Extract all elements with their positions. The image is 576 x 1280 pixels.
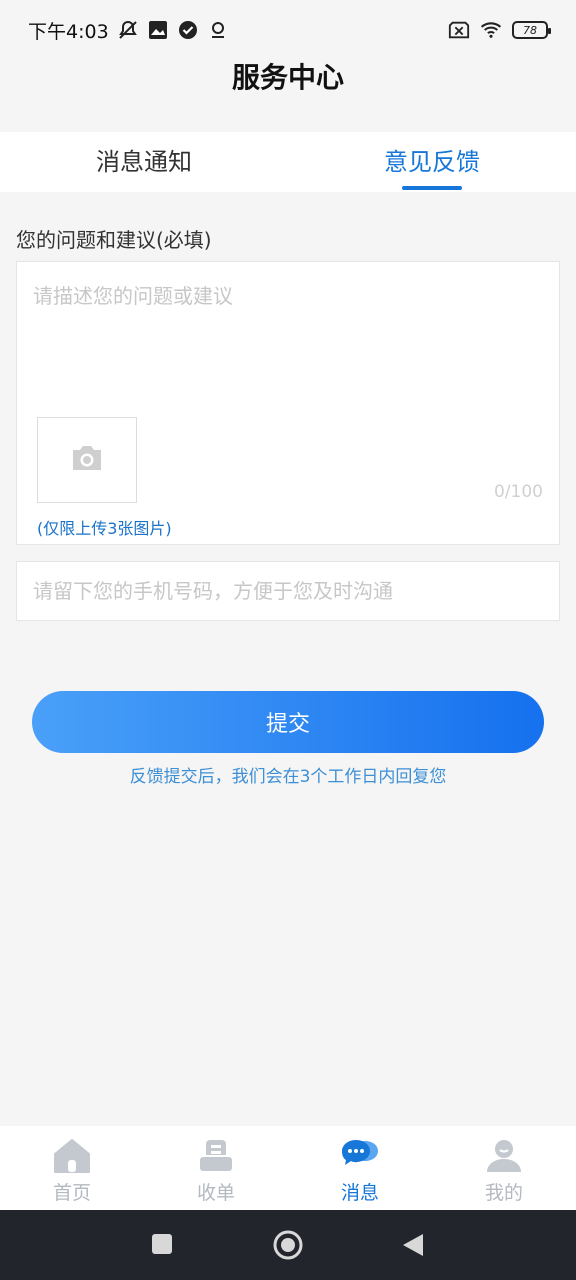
receipt-icon [195, 1136, 237, 1176]
home-icon [51, 1136, 93, 1176]
page-title: 服务中心 [231, 61, 344, 94]
nav-label-home: 首页 [52, 1182, 91, 1204]
tab-bar: 消息通知 意见反馈 [0, 132, 576, 192]
feedback-placeholder: 请描述您的问题或建议 [33, 284, 233, 308]
nav-label-receipt: 收单 [196, 1182, 235, 1204]
nav-item-mine[interactable]: 我的 [432, 1126, 576, 1210]
tab-message-notice[interactable]: 消息通知 [0, 132, 288, 192]
submit-button[interactable]: 提交 [32, 691, 544, 753]
check-circle-icon [177, 19, 199, 41]
nav-item-home[interactable]: 首页 [0, 1126, 144, 1210]
feedback-label: 您的问题和建议(必填) [16, 228, 212, 252]
status-time: 下午4:03 [28, 20, 109, 43]
location-icon [207, 19, 229, 41]
nav-item-message[interactable]: 消息 [288, 1126, 432, 1210]
phone-field-container [16, 561, 560, 621]
back-button[interactable] [401, 1232, 425, 1258]
status-left: 下午4:03 [28, 17, 229, 44]
wifi-icon [480, 19, 502, 41]
char-counter: 0/100 [494, 482, 543, 502]
upload-hint: (仅限上传3张图片) [37, 519, 172, 538]
bottom-nav: 首页 收单 消息 我的 [0, 1126, 576, 1210]
sim-off-icon [448, 19, 470, 41]
mute-icon [117, 19, 139, 41]
chat-icon [339, 1136, 381, 1176]
status-bar: 下午4:03 78 [0, 0, 576, 60]
status-right: 78 [448, 19, 551, 41]
battery-icon: 78 [512, 21, 551, 39]
camera-icon [70, 444, 104, 476]
image-icon [147, 19, 169, 41]
feedback-textarea[interactable]: 请描述您的问题或建议 0/100 (仅限上传3张图片) [16, 261, 560, 545]
nav-item-receipt[interactable]: 收单 [144, 1126, 288, 1210]
submit-note: 反馈提交后，我们会在3个工作日内回复您 [129, 767, 447, 787]
photo-upload-button[interactable] [37, 417, 137, 503]
recent-apps-button[interactable] [150, 1232, 174, 1256]
system-nav-bar [0, 1210, 576, 1280]
user-icon [483, 1136, 525, 1176]
nav-label-mine: 我的 [484, 1182, 523, 1204]
phone-input[interactable] [17, 562, 559, 620]
home-button[interactable] [272, 1229, 304, 1261]
active-tab-indicator [402, 186, 462, 190]
nav-label-message: 消息 [340, 1182, 379, 1204]
tab-feedback[interactable]: 意见反馈 [288, 132, 576, 192]
